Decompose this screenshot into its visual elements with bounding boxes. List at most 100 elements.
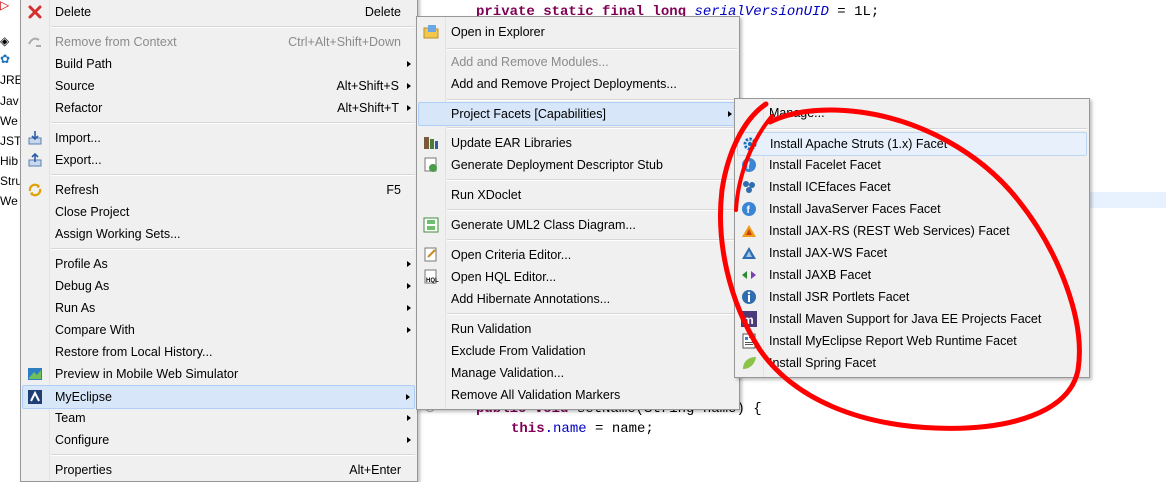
- menu-item-install-javaserver-faces-facet[interactable]: f Install JavaServer Faces Facet: [737, 198, 1087, 220]
- menu-item-preview-in-mobile-web-simulator[interactable]: Preview in Mobile Web Simulator: [23, 363, 415, 385]
- menu-item-configure[interactable]: Configure: [23, 429, 415, 451]
- menu-item-compare-with[interactable]: Compare With: [23, 319, 415, 341]
- menu-item-label: Manage Validation...: [451, 366, 565, 380]
- menu-item-refactor[interactable]: Refactor Alt+Shift+T: [23, 97, 415, 119]
- gear-icon: ✿: [0, 52, 11, 66]
- menu-item-build-path[interactable]: Build Path: [23, 53, 415, 75]
- code-field: .name: [544, 421, 587, 437]
- menu-item-generate-deployment-descriptor-stub[interactable]: Generate Deployment Descriptor Stub: [419, 154, 737, 176]
- tree-label-4[interactable]: Hib: [0, 154, 18, 168]
- menu-item-label: Compare With: [55, 323, 135, 337]
- menu-item-run-validation[interactable]: Run Validation: [419, 318, 737, 340]
- package-explorer-strip: ▷ ◈ ✿ JRE Jav We JST Hib Stru We: [0, 0, 20, 476]
- tree-label-0[interactable]: JRE: [0, 73, 20, 87]
- menu-item-add-hibernate-annotations[interactable]: Add Hibernate Annotations...: [419, 288, 737, 310]
- menu-item-label: Import...: [55, 131, 101, 145]
- menu-item-label: Assign Working Sets...: [55, 227, 181, 241]
- menu-item-remove-from-context[interactable]: Remove from Context Ctrl+Alt+Shift+Down: [23, 31, 415, 53]
- jsf-icon: f: [741, 201, 757, 217]
- menu-item-install-jax-rs-rest-web-services-facet[interactable]: Install JAX-RS (REST Web Services) Facet: [737, 220, 1087, 242]
- menu-item-label: Run Validation: [451, 322, 532, 336]
- icefaces-icon: [741, 179, 757, 195]
- menu-item-install-spring-facet[interactable]: Install Spring Facet: [737, 352, 1087, 374]
- code-text: = 1L;: [828, 4, 880, 20]
- menu-item-install-facelet-facet[interactable]: f Install Facelet Facet: [737, 154, 1087, 176]
- tree-label-2[interactable]: We: [0, 114, 18, 128]
- menu-item-install-jsr-portlets-facet[interactable]: Install JSR Portlets Facet: [737, 286, 1087, 308]
- menu-item-manage-validation[interactable]: Manage Validation...: [419, 362, 737, 384]
- menu-item-install-jaxb-facet[interactable]: Install JAXB Facet: [737, 264, 1087, 286]
- menu-item-label: Project Facets [Capabilities]: [451, 107, 606, 121]
- submenu-arrow-icon: [407, 61, 411, 67]
- tree-label-3[interactable]: JST: [0, 134, 20, 148]
- menu-item-generate-uml2-class-diagram[interactable]: Generate UML2 Class Diagram...: [419, 214, 737, 236]
- menu-separator: [447, 179, 737, 181]
- menu-item-label: Install JavaServer Faces Facet: [769, 202, 941, 216]
- menu-item-project-facets-capabilities[interactable]: Project Facets [Capabilities]: [418, 102, 737, 126]
- menu-item-debug-as[interactable]: Debug As: [23, 275, 415, 297]
- menu-separator: [447, 99, 737, 101]
- menu-item-export[interactable]: Export...: [23, 149, 415, 171]
- menu-item-label: Remove All Validation Markers: [451, 388, 621, 402]
- menu-item-label: Open in Explorer: [451, 25, 545, 39]
- menu-separator: [765, 128, 1087, 130]
- menu-item-open-hql-editor[interactable]: HQL Open HQL Editor...: [419, 266, 737, 288]
- portlet-icon: [741, 289, 757, 305]
- submenu-arrow-icon: [407, 261, 411, 267]
- menu-item-manage[interactable]: Manage...: [737, 102, 1087, 124]
- menu-item-label: Refresh: [55, 183, 99, 197]
- tree-label-5[interactable]: Stru: [0, 174, 20, 188]
- menu-item-label: Close Project: [55, 205, 130, 219]
- menu-item-assign-working-sets[interactable]: Assign Working Sets...: [23, 223, 415, 245]
- menu-item-label: Run As: [55, 301, 96, 315]
- menu-item-properties[interactable]: Properties Alt+Enter: [23, 459, 415, 481]
- menu-item-label: MyEclipse: [55, 390, 112, 404]
- menu-item-remove-all-validation-markers[interactable]: Remove All Validation Markers: [419, 384, 737, 406]
- menu-item-install-icefaces-facet[interactable]: Install ICEfaces Facet: [737, 176, 1087, 198]
- menu-item-refresh[interactable]: Refresh F5: [23, 179, 415, 201]
- tree-label-1[interactable]: Jav: [0, 94, 19, 108]
- menu-item-shortcut: Ctrl+Alt+Shift+Down: [288, 35, 401, 49]
- jaxws-icon: [741, 245, 757, 261]
- menu-separator: [447, 127, 737, 129]
- menu-item-label: Add Hibernate Annotations...: [451, 292, 611, 306]
- menu-item-label: Export...: [55, 153, 102, 167]
- menu-item-label: Install MyEclipse Report Web Runtime Fac…: [769, 334, 1017, 348]
- maven-icon: m: [741, 311, 757, 327]
- uml-icon: [423, 217, 439, 233]
- code-line-assign: this.name = name;: [511, 421, 654, 437]
- menu-separator: [447, 313, 737, 315]
- descriptor-icon: [423, 157, 439, 173]
- menu-item-import[interactable]: Import...: [23, 127, 415, 149]
- menu-item-install-maven-support-for-java-ee-projects-facet[interactable]: m Install Maven Support for Java EE Proje…: [737, 308, 1087, 330]
- menu-item-run-xdoclet[interactable]: Run XDoclet: [419, 184, 737, 206]
- menu-item-team[interactable]: Team: [23, 407, 415, 429]
- menu-item-label: Install JSR Portlets Facet: [769, 290, 910, 304]
- menu-item-profile-as[interactable]: Profile As: [23, 253, 415, 275]
- menu-item-myeclipse[interactable]: MyEclipse: [22, 385, 415, 409]
- menu-item-source[interactable]: Source Alt+Shift+S: [23, 75, 415, 97]
- menu-item-delete[interactable]: Delete Delete: [23, 1, 415, 23]
- menu-item-add-and-remove-project-deployments[interactable]: Add and Remove Project Deployments...: [419, 73, 737, 95]
- menu-item-label: Configure: [55, 433, 110, 447]
- menu-item-run-as[interactable]: Run As: [23, 297, 415, 319]
- menu-item-close-project[interactable]: Close Project: [23, 201, 415, 223]
- menu-item-install-myeclipse-report-web-runtime-facet[interactable]: Install MyEclipse Report Web Runtime Fac…: [737, 330, 1087, 352]
- menu-item-open-in-explorer[interactable]: Open in Explorer: [419, 21, 737, 43]
- menu-item-install-jax-ws-facet[interactable]: Install JAX-WS Facet: [737, 242, 1087, 264]
- menu-item-restore-from-local-history[interactable]: Restore from Local History...: [23, 341, 415, 363]
- tree-label-6[interactable]: We: [0, 194, 18, 208]
- menu-item-label: Open Criteria Editor...: [451, 248, 572, 262]
- menu-item-label: Generate UML2 Class Diagram...: [451, 218, 636, 232]
- menu-item-open-criteria-editor[interactable]: Open Criteria Editor...: [419, 244, 737, 266]
- menu-item-install-apache-struts-1-x-facet[interactable]: Install Apache Struts (1.x) Facet: [737, 132, 1087, 156]
- menu-item-label: Properties: [55, 463, 112, 477]
- menu-separator: [447, 239, 737, 241]
- jaxrs-icon: [741, 223, 757, 239]
- menu-item-exclude-from-validation[interactable]: Exclude From Validation: [419, 340, 737, 362]
- menu-item-update-ear-libraries[interactable]: Update EAR Libraries: [419, 132, 737, 154]
- menu-item-label: Install Spring Facet: [769, 356, 876, 370]
- menu-item-add-and-remove-modules[interactable]: Add and Remove Modules...: [419, 51, 737, 73]
- menu-item-label: Refactor: [55, 101, 103, 115]
- menu-item-label: Add and Remove Project Deployments...: [451, 77, 677, 91]
